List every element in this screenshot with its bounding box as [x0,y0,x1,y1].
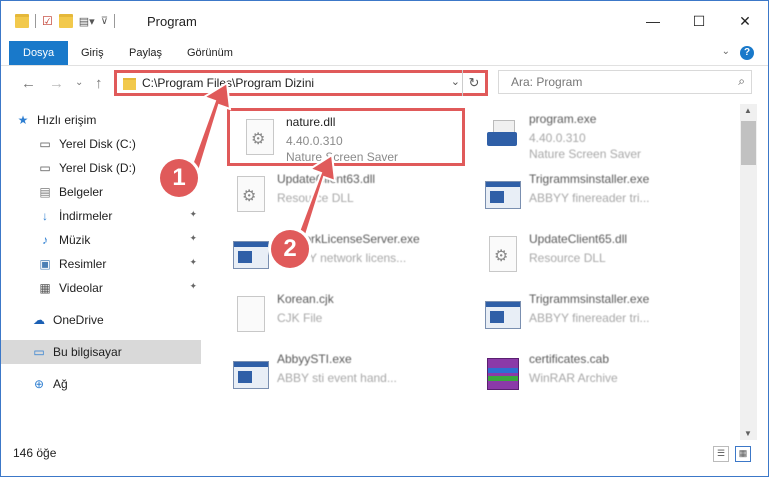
annotation-arrows [187,81,337,243]
explorer-window: ☑ ▤▾ ⊽ Program — ☐ ✕ Dosya Giriş Paylaş … [0,0,769,477]
arrow-1 [187,81,232,179]
arrow-2 [295,153,337,243]
step-2-badge: 2 [271,230,309,268]
step-1-badge: 1 [160,159,198,197]
